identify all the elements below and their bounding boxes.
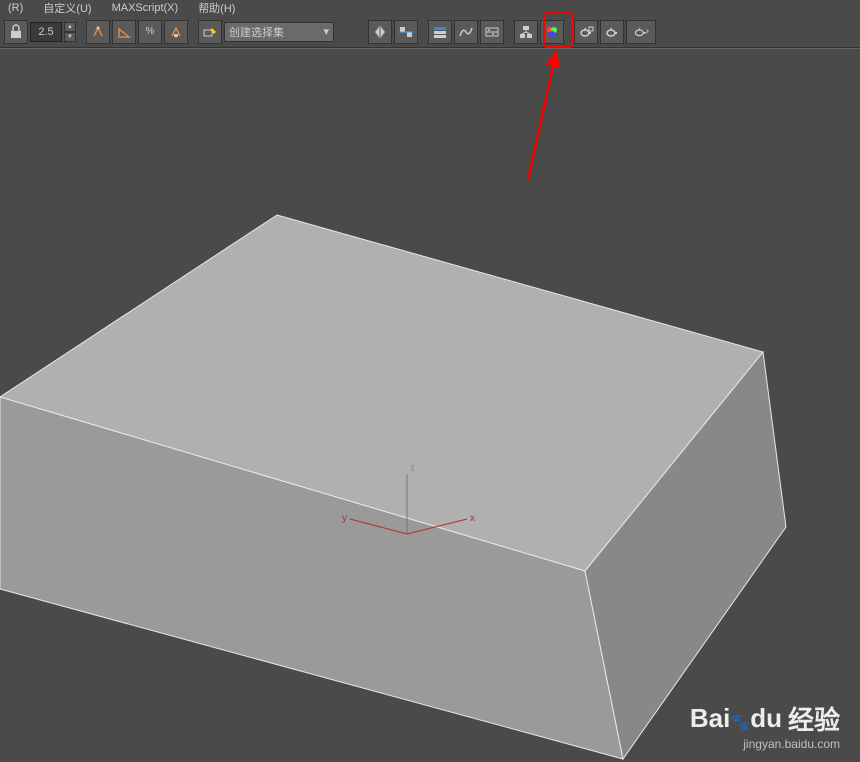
spinner-up-icon[interactable]: ▲ [64,22,76,32]
watermark: Bai🐾du 经验 jingyan.baidu.com [690,700,840,751]
render-frame-button[interactable] [600,20,624,44]
schematic-view-button[interactable] [514,20,538,44]
dope-sheet-button[interactable] [480,20,504,44]
material-editor-button[interactable] [540,20,564,44]
spinner-arrows[interactable]: ▲ ▼ [64,22,76,42]
render-production-button[interactable] [626,20,656,44]
watermark-url: jingyan.baidu.com [690,737,840,751]
menu-help[interactable]: 帮助(H) [194,0,239,16]
snap-toggle-1[interactable] [86,20,110,44]
snap-toggle-2[interactable] [164,20,188,44]
menubar: (R) 自定义(U) MAXScript(X) 帮助(H) [0,0,860,16]
dropdown-label: 创建选择集 [229,24,284,40]
menu-r[interactable]: (R) [4,2,27,14]
mirror-button[interactable] [368,20,392,44]
chevron-down-icon: ▾ [323,25,329,38]
spinner-lock-button[interactable] [4,20,28,44]
spinner-value[interactable]: 2.5 [30,22,62,42]
menu-maxscript[interactable]: MAXScript(X) [108,2,183,14]
svg-text:x: x [470,513,475,524]
perspective-viewport[interactable]: z x y [0,48,860,761]
align-button[interactable] [394,20,418,44]
svg-text:y: y [342,513,347,524]
menu-custom[interactable]: 自定义(U) [39,0,95,16]
spinner-down-icon[interactable]: ▼ [64,32,76,42]
render-setup-button[interactable] [574,20,598,44]
main-toolbar: 2.5 ▲ ▼ % 创建选择集 ▾ [0,16,860,48]
svg-text:z: z [410,463,415,474]
edit-named-selection-button[interactable] [198,20,222,44]
snap-percent-button[interactable]: % [138,20,162,44]
snap-angle-button[interactable] [112,20,136,44]
paw-icon: 🐾 [730,714,750,731]
curve-editor-button[interactable] [454,20,478,44]
named-selection-dropdown[interactable]: 创建选择集 ▾ [224,22,334,42]
watermark-logo: Bai🐾du 经验 [690,700,840,737]
layer-manager-button[interactable] [428,20,452,44]
